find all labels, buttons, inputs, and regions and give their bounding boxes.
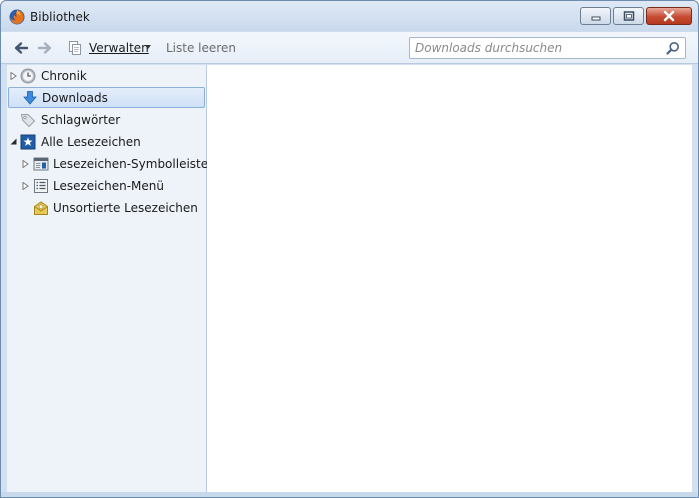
downloads-list[interactable] [207,65,692,492]
clear-list-button[interactable]: Liste leeren [166,41,236,55]
sidebar-item-label: Chronik [41,69,87,83]
unsorted-bookmarks-icon [34,201,48,215]
sidebar-item-label: Lesezeichen-Menü [53,179,164,193]
expand-triangle-icon[interactable] [22,160,29,168]
title-bar[interactable]: Bibliothek [1,1,698,32]
maximize-icon [623,11,634,21]
expand-triangle-icon[interactable] [10,72,17,80]
sidebar-item-bookmarks-menu[interactable]: Lesezeichen-Menü [7,175,206,196]
library-sidebar: Chronik Downloads Schlagwörter Alle Lese… [7,65,209,492]
close-icon [663,10,675,22]
library-window: Bibliothek Verwalten Liste leeren Downlo… [0,0,699,498]
organize-icon[interactable] [67,40,83,56]
sidebar-item-history[interactable]: Chronik [7,65,206,86]
search-input[interactable] [415,40,660,56]
search-icon[interactable] [666,41,680,55]
close-button[interactable] [646,7,692,25]
download-arrow-icon [23,91,37,105]
window-title: Bibliothek [30,10,90,24]
minimize-button[interactable] [580,7,611,25]
sidebar-item-all-bookmarks[interactable]: Alle Lesezeichen [7,131,206,152]
bookmarks-toolbar-icon [33,157,49,171]
library-toolbar: Verwalten Liste leeren [1,32,698,64]
sidebar-item-label: Alle Lesezeichen [41,135,141,149]
organize-menu-button[interactable]: Verwalten [89,41,149,55]
dropdown-arrow-icon [145,45,151,49]
sidebar-item-bookmarks-toolbar[interactable]: Lesezeichen-Symbolleiste [7,153,209,174]
forward-button[interactable] [37,40,53,56]
sidebar-item-label: Lesezeichen-Symbolleiste [53,157,209,171]
clock-icon [20,68,36,84]
sidebar-item-downloads[interactable]: Downloads [8,87,205,108]
sidebar-item-label: Downloads [42,91,108,105]
maximize-button[interactable] [613,7,644,25]
window-frame-bottom [1,492,698,497]
sidebar-item-tags[interactable]: Schlagwörter [7,109,206,130]
sidebar-item-unsorted-bookmarks[interactable]: Unsortierte Lesezeichen [7,197,206,218]
back-arrow-icon [14,42,29,54]
expand-triangle-icon[interactable] [22,182,29,190]
forward-arrow-icon [37,42,52,54]
window-frame-right [692,65,698,492]
tag-icon [20,114,36,128]
firefox-icon [9,9,25,25]
sidebar-item-label: Schlagwörter [41,113,121,127]
sidebar-item-label: Unsortierte Lesezeichen [53,201,198,215]
bookmarks-star-icon [20,134,36,150]
window-controls [578,7,692,25]
bookmarks-menu-icon [34,179,48,193]
minimize-icon [591,16,600,21]
search-box[interactable] [409,37,686,59]
back-button[interactable] [13,40,29,56]
collapse-triangle-icon[interactable] [9,138,17,145]
